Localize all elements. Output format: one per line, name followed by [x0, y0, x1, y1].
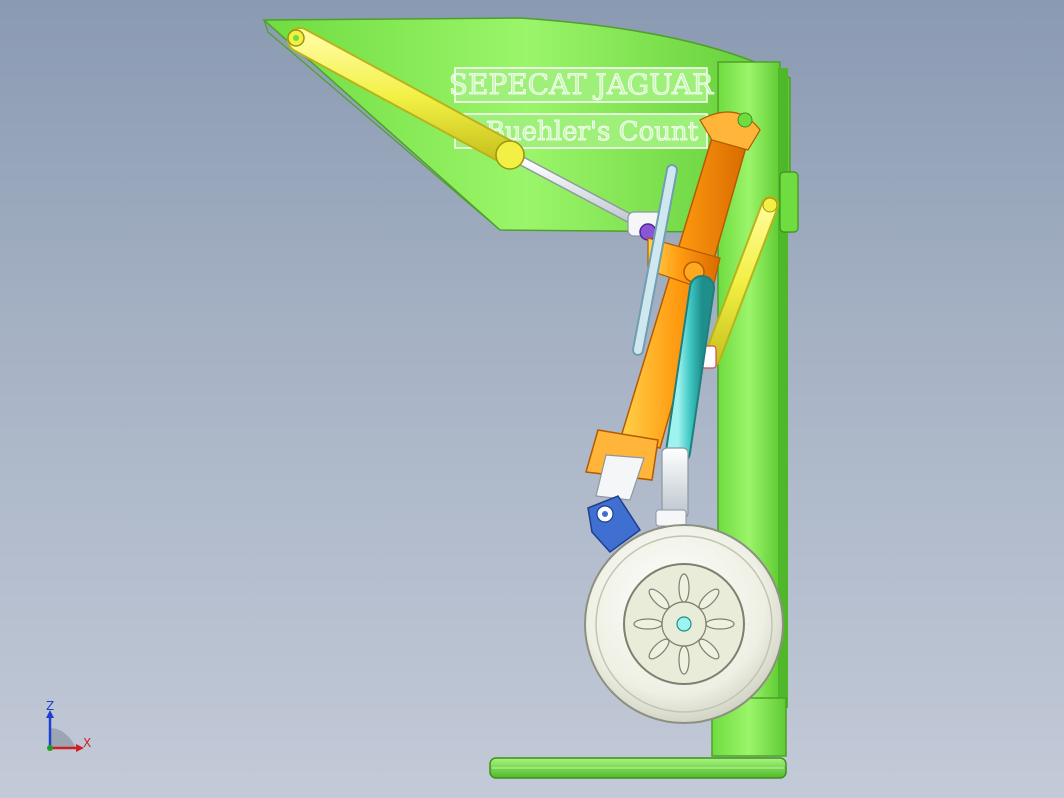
base-plate[interactable]: [489, 757, 787, 779]
name-plate-line1: SEPECAT JAGUAR: [449, 68, 714, 101]
axis-x-label: X: [83, 736, 91, 750]
axis-triad-icon: Z X: [46, 699, 91, 752]
wheel-assembly[interactable]: [584, 524, 784, 724]
name-plate-1: SEPECAT JAGUAR: [448, 67, 715, 103]
axis-z-label: Z: [46, 699, 54, 713]
cad-viewport[interactable]: SEPECAT JAGUAR Buehler's Count Z X: [0, 0, 1064, 798]
